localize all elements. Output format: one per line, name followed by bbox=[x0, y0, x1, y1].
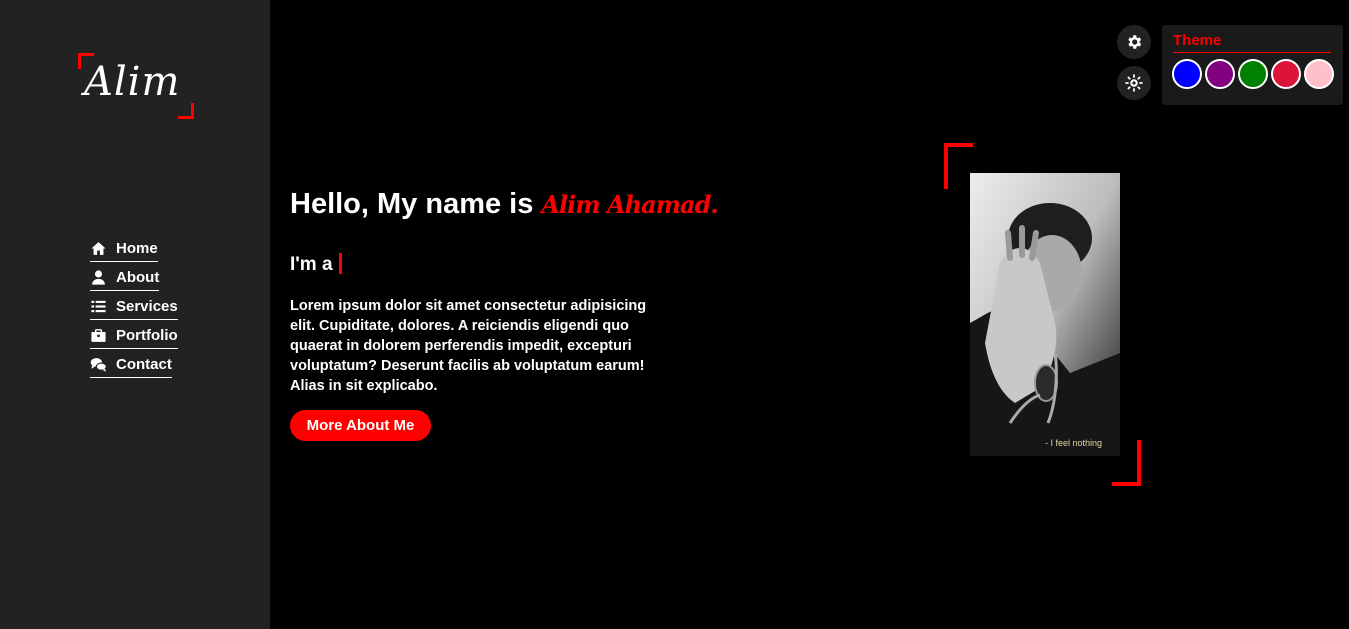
photo-caption: - I feel nothing bbox=[1044, 438, 1102, 448]
theme-swatch-pink[interactable] bbox=[1304, 59, 1334, 89]
nav-item-about: About bbox=[90, 269, 178, 291]
theme-swatch-crimson[interactable] bbox=[1271, 59, 1301, 89]
nav-link-about[interactable]: About bbox=[90, 269, 160, 291]
list-icon bbox=[91, 300, 106, 313]
logo[interactable]: Alim bbox=[78, 53, 194, 119]
nav-label-portfolio: Portfolio bbox=[116, 327, 178, 344]
gear-icon bbox=[1128, 35, 1142, 49]
theme-swatch-purple[interactable] bbox=[1205, 59, 1235, 89]
hero-description: Lorem ipsum dolor sit amet consectetur a… bbox=[290, 298, 647, 394]
sidebar: Alim Home About Services Portfolio Conta… bbox=[0, 0, 270, 629]
typing-line: I'm a bbox=[290, 253, 342, 276]
user-icon bbox=[92, 270, 105, 285]
nav-item-services: Services bbox=[90, 298, 178, 320]
profile-photo: - I feel nothing bbox=[970, 173, 1120, 456]
logo-corner-bottom-right bbox=[178, 103, 194, 119]
more-about-me-button[interactable]: More About Me bbox=[290, 410, 431, 441]
logo-text: Alim bbox=[84, 59, 181, 105]
nav-label-about: About bbox=[116, 269, 160, 286]
nav-link-contact[interactable]: Contact bbox=[90, 356, 172, 378]
nav-item-contact: Contact bbox=[90, 356, 178, 378]
nav-link-services[interactable]: Services bbox=[90, 298, 178, 320]
theme-swatch-green[interactable] bbox=[1238, 59, 1268, 89]
nav-link-home[interactable]: Home bbox=[90, 240, 158, 262]
portrait-illustration bbox=[970, 173, 1120, 456]
typing-prefix: I'm a bbox=[290, 254, 333, 275]
sun-icon bbox=[1125, 74, 1143, 92]
nav-item-portfolio: Portfolio bbox=[90, 327, 178, 349]
nav-label-services: Services bbox=[116, 298, 178, 315]
photo-corner-bottom-right bbox=[1112, 440, 1141, 486]
nav-item-home: Home bbox=[90, 240, 178, 262]
photo-corner-top-left bbox=[944, 143, 973, 189]
nav-link-portfolio[interactable]: Portfolio bbox=[90, 327, 178, 349]
typing-cursor bbox=[338, 253, 342, 274]
theme-title: Theme bbox=[1173, 32, 1222, 49]
theme-divider bbox=[1173, 52, 1331, 53]
nav-label-home: Home bbox=[116, 240, 158, 257]
hero-name: Alim Ahamad. bbox=[541, 190, 718, 219]
nav-menu: Home About Services Portfolio Contact bbox=[90, 240, 178, 385]
theme-swatches bbox=[1172, 59, 1334, 89]
settings-button[interactable] bbox=[1117, 25, 1151, 59]
hero-greeting: Hello, My name is bbox=[290, 188, 542, 220]
theme-panel: Theme bbox=[1162, 25, 1343, 105]
briefcase-icon bbox=[91, 329, 106, 342]
nav-label-contact: Contact bbox=[116, 356, 172, 373]
hero-heading: Hello, My name is Alim Ahamad. bbox=[290, 188, 719, 221]
profile-photo-frame: - I feel nothing bbox=[944, 143, 1141, 486]
home-icon bbox=[91, 242, 106, 255]
theme-swatch-blue[interactable] bbox=[1172, 59, 1202, 89]
theme-mode-toggle[interactable] bbox=[1117, 66, 1151, 100]
comments-icon bbox=[90, 358, 107, 372]
